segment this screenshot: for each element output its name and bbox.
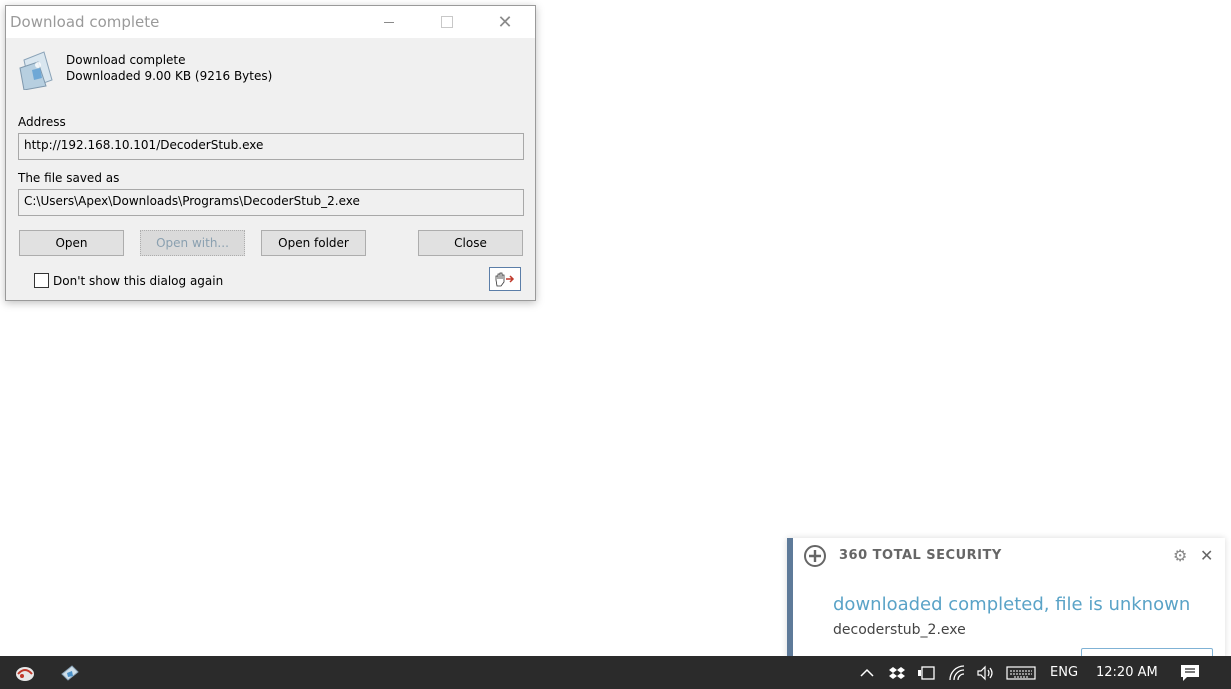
dont-show-label: Don't show this dialog again [53,274,224,288]
address-label: Address [18,115,66,129]
close-icon[interactable]: ✕ [1200,546,1213,565]
download-file-icon [19,51,53,90]
app-icon-1[interactable] [13,662,37,684]
drag-options-button[interactable] [489,267,521,291]
360-logo-icon [804,545,826,567]
maximize-button [424,6,470,38]
saved-path-field[interactable]: C:\Users\Apex\Downloads\Programs\Decoder… [18,189,524,216]
open-folder-button[interactable]: Open folder [261,230,366,256]
dropbox-icon[interactable] [888,656,906,689]
download-complete-dialog: Download complete ✕ Download complete Do… [5,5,536,301]
saved-as-label: The file saved as [18,171,120,185]
app-icon-2[interactable] [58,662,82,684]
dialog-title: Download complete [10,13,160,31]
language-indicator[interactable]: ENG [1050,665,1078,680]
notifications-icon[interactable] [1179,656,1201,689]
taskbar: ENG 12:20 AM [0,656,1231,689]
download-size: Downloaded 9.00 KB (9216 Bytes) [66,69,273,83]
notification-filename: decoderstub_2.exe [833,622,966,638]
minimize-icon [384,21,394,23]
hand-arrow-icon [495,272,515,287]
gear-icon[interactable]: ⚙ [1173,546,1187,565]
download-heading: Download complete [66,53,186,67]
close-button[interactable]: Close [418,230,523,256]
clock[interactable]: 12:20 AM [1096,665,1158,680]
close-icon: ✕ [497,11,513,33]
close-window-button[interactable]: ✕ [482,6,528,38]
chevron-up-icon[interactable] [858,656,876,689]
open-button[interactable]: Open [19,230,124,256]
dialog-titlebar[interactable]: Download complete ✕ [6,6,535,38]
minimize-button[interactable] [366,6,412,38]
address-field[interactable]: http://192.168.10.101/DecoderStub.exe [18,133,524,160]
wifi-icon[interactable] [948,656,968,689]
maximize-icon [441,16,453,28]
volume-icon[interactable] [976,656,996,689]
keyboard-icon[interactable] [1006,656,1036,689]
notification-message: downloaded completed, file is unknown [833,594,1191,615]
dont-show-checkbox[interactable] [34,273,49,288]
open-with-button[interactable]: Open with... [140,230,245,256]
security-notification[interactable]: 360 TOTAL SECURITY ⚙ ✕ downloaded comple… [787,538,1225,658]
tablet-icon[interactable] [917,656,937,689]
notification-brand: 360 TOTAL SECURITY [839,548,1002,563]
